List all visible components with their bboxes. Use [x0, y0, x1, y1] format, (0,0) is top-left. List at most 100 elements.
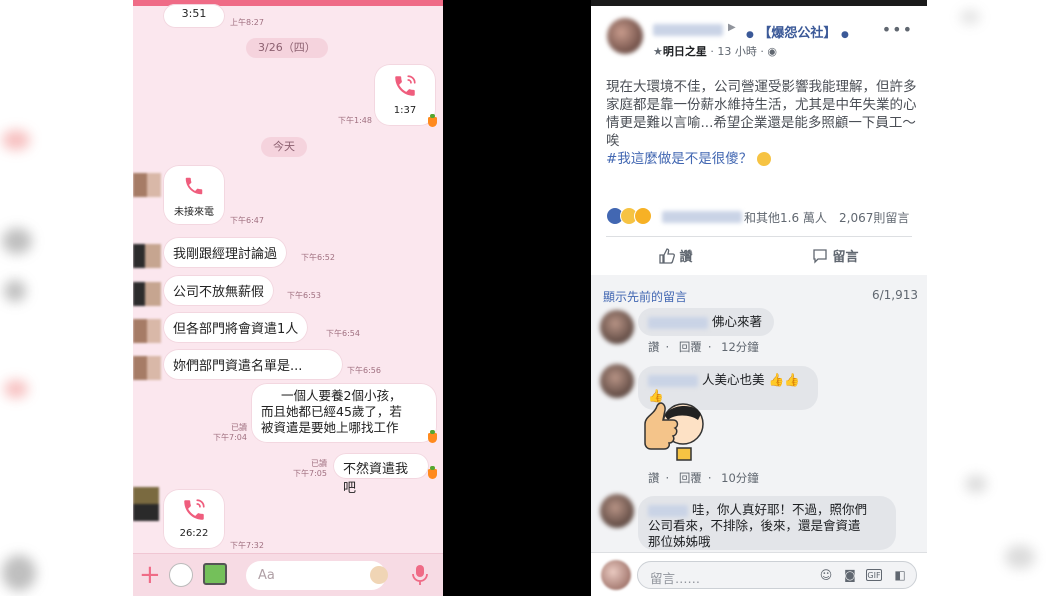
user-avatar — [601, 560, 631, 590]
author-name-blurred[interactable] — [653, 24, 723, 36]
chat-input[interactable]: Aa — [246, 561, 386, 590]
more-options-icon[interactable]: ••• — [882, 20, 913, 39]
bg-blur — [4, 380, 28, 398]
post-time[interactable]: 13 小時 — [717, 45, 757, 58]
commenter-avatar[interactable] — [600, 364, 634, 398]
message-time: 下午6:54 — [326, 329, 360, 338]
call-bubble[interactable]: 26:22 — [163, 489, 225, 549]
comment-bubble: 哇，你人真好耶！不過，照你們 公司看來，不排除，後來，還是會資遣 那位姊姊哦 — [638, 496, 896, 550]
message-line: 被資遣是要她上哪找工作 — [261, 420, 399, 435]
message-line: 一個人要養2個小孩， — [281, 388, 402, 403]
globe-icon: ◉ — [767, 45, 777, 58]
chevron-right-icon: ▶ — [728, 22, 736, 33]
message-line: 不然資遣我吧 — [343, 462, 409, 496]
avatar — [133, 319, 161, 343]
message-line: 而且她都已經45歲了，若 — [261, 404, 402, 419]
reactions-count: 和其他1.6 萬人 — [744, 211, 827, 225]
view-previous-comments[interactable]: 顯示先前的留言 — [603, 288, 687, 305]
carrot-icon — [428, 466, 437, 479]
message-time: 下午7:32 — [230, 541, 264, 550]
comment-input[interactable]: 留言…… ☺ ◙ GIF ◧ — [637, 561, 917, 589]
chat-message-in: 公司不放無薪假 — [163, 275, 275, 306]
emoji-icon[interactable]: ☺ — [818, 567, 834, 583]
dot-icon: ● — [746, 30, 754, 40]
plus-icon[interactable]: + — [139, 562, 161, 588]
thumbs-up-sticker-icon — [644, 402, 704, 461]
hashtag-link[interactable]: #我這麼做是不是很傻？ — [606, 151, 752, 167]
comment-button[interactable]: 留言 — [812, 246, 859, 265]
post-body: 現在大環境不佳，公司營運受影響我能理解，但許多家庭都是靠一份薪水維持生活，尤其是… — [606, 78, 918, 168]
fb-top-bar — [591, 0, 927, 6]
comment-text: 公司看來，不排除，後來，還是會資遣 — [648, 518, 861, 533]
post-meta: ★明日之星 · 13 小時 · ◉ — [653, 45, 777, 58]
divider — [606, 236, 912, 237]
chat-message-in: 但各部門將會資遣1人 — [163, 312, 309, 343]
screenshot: 3:51 上午8:27 3/26（四） 1:37 下午1:48 今天 未接來電 … — [0, 0, 1060, 596]
comment-like-link[interactable]: 讚 — [648, 340, 660, 354]
comment-bubble: 佛心來著 — [638, 308, 774, 336]
gif-icon[interactable]: GIF — [866, 569, 882, 581]
call-bubble[interactable]: 3:51 — [163, 4, 225, 28]
chat-message-in: 妳們部門資遣名單是... — [163, 349, 343, 380]
wow-reaction-icon — [634, 207, 652, 225]
bg-blur — [2, 228, 32, 254]
emoji-icon[interactable] — [370, 566, 388, 584]
call-duration: 26:22 — [179, 528, 209, 539]
camera-icon[interactable]: ◙ — [842, 567, 858, 583]
message-time: 下午6:47 — [230, 216, 264, 225]
thumbs-up-icon — [659, 248, 675, 264]
comment-like-link[interactable]: 讚 — [648, 471, 660, 485]
phone-call-icon — [184, 499, 205, 520]
carrot-icon — [428, 430, 437, 443]
sticker-icon[interactable] — [169, 563, 193, 587]
call-duration: 1:37 — [393, 105, 417, 116]
chat-panel: 3:51 上午8:27 3/26（四） 1:37 下午1:48 今天 未接來電 … — [133, 0, 443, 596]
message-time: 下午1:48 — [338, 116, 372, 125]
message-time: 下午7:04 — [213, 433, 247, 442]
avatar — [133, 173, 161, 197]
missed-call-label: 未接來電 — [174, 207, 214, 218]
missed-call-bubble[interactable]: 未接來電 — [163, 165, 225, 225]
commenter-avatar[interactable] — [600, 310, 634, 344]
comment-bubble-icon — [813, 249, 827, 264]
bg-blur — [2, 555, 36, 591]
sticker-icon[interactable]: ◧ — [892, 567, 908, 583]
facebook-post: ▶ ● 【爆怨公社】 ● ★明日之星 · 13 小時 · ◉ ••• 現在大環境… — [591, 0, 927, 596]
phone-call-icon — [395, 75, 416, 96]
post-text: 現在大環境不佳，公司營運受影響我能理解，但許多家庭都是靠一份薪水維持生活，尤其是… — [606, 79, 917, 149]
comment-time: 10分鐘 — [721, 471, 759, 485]
comment-reply-link[interactable]: 回覆 — [679, 340, 702, 354]
message-time: 下午6:52 — [301, 253, 335, 262]
comments-count[interactable]: 2,067則留言 — [839, 209, 909, 226]
like-button[interactable]: 讚 — [659, 246, 693, 265]
commenter-name-blurred[interactable] — [648, 504, 688, 517]
comment-time: 12分鐘 — [721, 340, 759, 354]
avatar — [133, 487, 159, 521]
reactions-row[interactable]: 和其他1.6 萬人 2,067則留言 — [606, 207, 918, 227]
group-name[interactable]: ● 【爆怨公社】 ● — [746, 22, 849, 41]
call-bubble[interactable]: 1:37 — [374, 64, 436, 126]
reactor-names-blurred — [662, 211, 742, 223]
message-time: 下午6:56 — [347, 366, 381, 375]
sad-emoji-icon — [756, 152, 771, 166]
carrot-icon — [428, 114, 437, 127]
comment-input-placeholder: 留言…… — [650, 571, 701, 586]
commenter-avatar[interactable] — [600, 494, 634, 528]
image-icon[interactable] — [203, 563, 227, 585]
comment-reply-link[interactable]: 回覆 — [679, 471, 702, 485]
comment-text: 哇，你人真好耶！不過，照你們 — [691, 502, 867, 517]
date-separator: 3/26（四） — [246, 38, 328, 58]
microphone-icon[interactable] — [411, 564, 429, 586]
avatar — [133, 244, 161, 268]
bg-blur — [4, 280, 26, 302]
comment-text: 那位姊姊哦 — [648, 534, 711, 549]
bg-blur — [965, 475, 987, 493]
commenter-name-blurred[interactable] — [648, 374, 698, 387]
bg-blur — [2, 130, 30, 150]
comment-text: 佛心來著 — [711, 314, 762, 329]
date-separator: 今天 — [261, 137, 307, 157]
message-time: 上午8:27 — [230, 18, 264, 27]
star-icon: ★ — [653, 45, 663, 58]
commenter-name-blurred[interactable] — [648, 316, 708, 329]
author-avatar[interactable] — [607, 18, 643, 54]
